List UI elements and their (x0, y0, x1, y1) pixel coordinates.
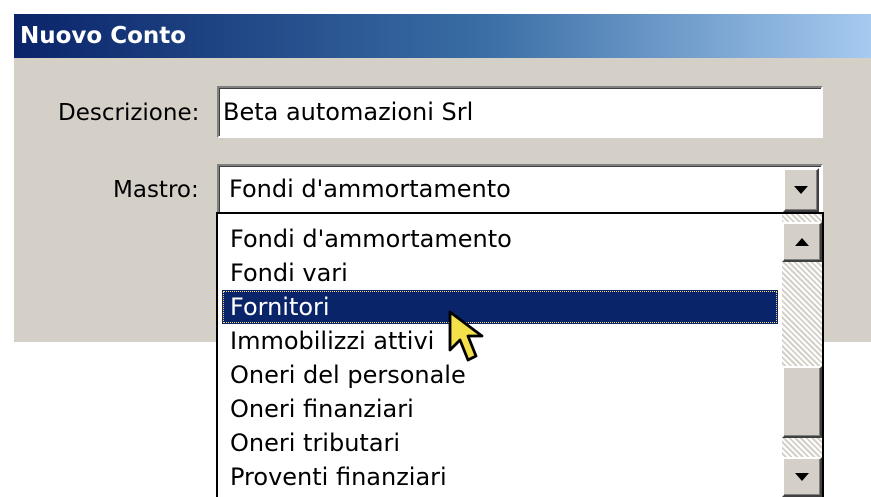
scroll-thumb[interactable] (782, 366, 822, 438)
description-field[interactable] (217, 86, 823, 138)
description-input[interactable] (219, 88, 821, 136)
dialog-title-bar[interactable]: Nuovo Conto (14, 14, 871, 58)
dropdown-item[interactable]: Oneri del personale (222, 358, 778, 392)
dropdown-item[interactable]: Proventi finanziari (222, 460, 778, 494)
dropdown-item[interactable]: Immobilizzi attivi (222, 324, 778, 358)
scroll-down-button[interactable] (782, 457, 822, 497)
dropdown-scrollbar[interactable] (782, 214, 822, 497)
dropdown-item[interactable]: Fondi d'ammortamento (222, 222, 778, 256)
mastro-combobox[interactable]: Fondi d'ammortamento (217, 164, 823, 216)
scroll-up-button[interactable] (782, 222, 822, 262)
mastro-selected-value: Fondi d'ammortamento (229, 175, 511, 203)
description-label: Descrizione: (58, 100, 200, 126)
arrow-down-icon (795, 473, 809, 481)
chevron-down-icon (794, 186, 808, 194)
dropdown-item[interactable]: Oneri finanziari (222, 392, 778, 426)
dropdown-item[interactable]: Fornitori (222, 290, 778, 324)
dropdown-items: Fondi d'ammortamento Fondi vari Fornitori I… (222, 222, 778, 494)
arrow-up-icon (795, 238, 809, 246)
mouse-pointer-icon (448, 310, 484, 362)
dialog-title: Nuovo Conto (20, 23, 187, 49)
dropdown-item[interactable]: Fondi vari (222, 256, 778, 290)
mastro-dropdown-list[interactable]: Fondi d'ammortamento Fondi vari Fornitori I… (216, 212, 824, 497)
mastro-label: Mastro: (113, 177, 199, 203)
dropdown-item[interactable]: Oneri tributari (222, 426, 778, 460)
mastro-dropdown-button[interactable] (783, 168, 819, 212)
